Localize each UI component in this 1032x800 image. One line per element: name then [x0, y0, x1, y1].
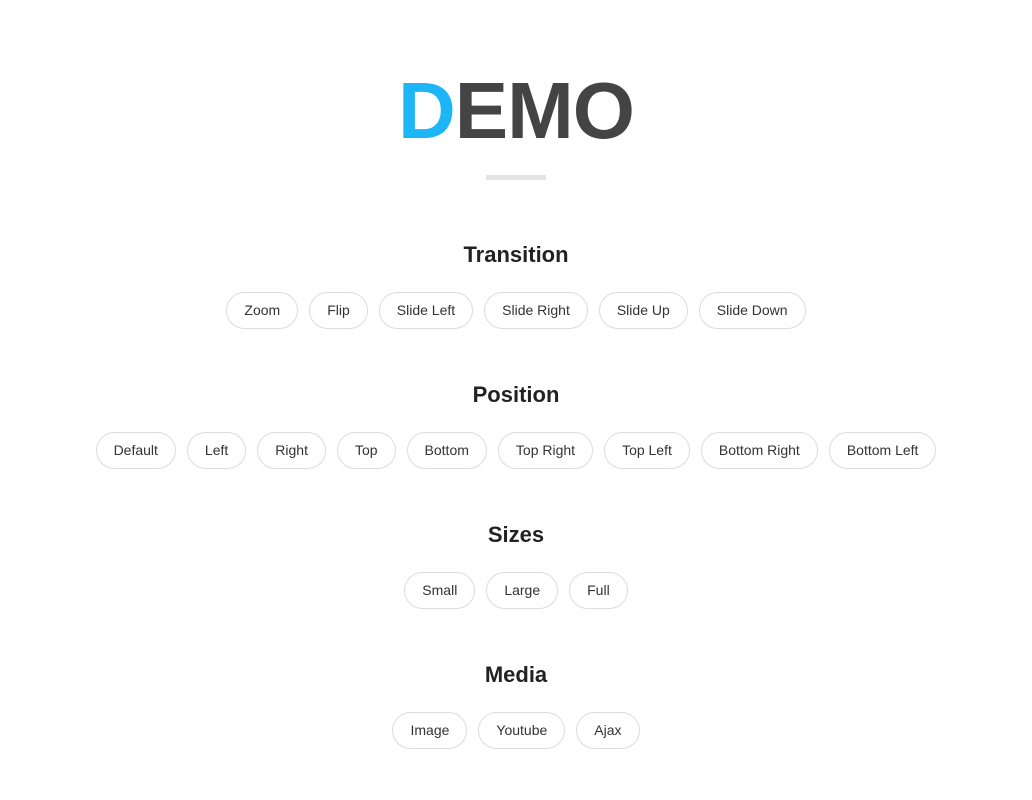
bottom-right-button[interactable]: Bottom Right [700, 432, 818, 469]
button-group: Zoom Flip Slide Left Slide Right Slide U… [0, 292, 1032, 329]
left-button[interactable]: Left [186, 432, 247, 469]
section-transition: Transition Zoom Flip Slide Left Slide Ri… [0, 242, 1032, 329]
section-title: Transition [463, 242, 569, 267]
title-divider [486, 175, 546, 180]
section-title: Media [484, 662, 548, 687]
section-sizes: Sizes Small Large Full [0, 522, 1032, 609]
section-position: Position Default Left Right Top Bottom T… [0, 382, 1032, 469]
flip-button[interactable]: Flip [309, 292, 368, 329]
button-group: Image Youtube Ajax [0, 712, 1032, 749]
small-button[interactable]: Small [404, 572, 476, 609]
top-button[interactable]: Top [336, 432, 396, 469]
zoom-button[interactable]: Zoom [226, 292, 299, 329]
top-right-button[interactable]: Top Right [497, 432, 594, 469]
slide-down-button[interactable]: Slide Down [698, 292, 806, 329]
full-button[interactable]: Full [569, 572, 628, 609]
default-button[interactable]: Default [95, 432, 176, 469]
button-group: Small Large Full [0, 572, 1032, 609]
large-button[interactable]: Large [486, 572, 559, 609]
top-left-button[interactable]: Top Left [604, 432, 690, 469]
bottom-button[interactable]: Bottom [406, 432, 487, 469]
hero: DEMO [0, 0, 1032, 180]
section-media: Media Image Youtube Ajax [0, 662, 1032, 749]
button-group: Default Left Right Top Bottom Top Right … [0, 432, 1032, 469]
right-button[interactable]: Right [257, 432, 326, 469]
slide-up-button[interactable]: Slide Up [598, 292, 688, 329]
title-accent-letter: D [397, 66, 456, 155]
slide-left-button[interactable]: Slide Left [378, 292, 474, 329]
image-button[interactable]: Image [392, 712, 468, 749]
slide-right-button[interactable]: Slide Right [484, 292, 588, 329]
title-rest: EMO [454, 66, 635, 155]
ajax-button[interactable]: Ajax [576, 712, 640, 749]
page-title: DEMO [0, 68, 1032, 154]
section-title: Sizes [487, 522, 545, 547]
section-title: Position [472, 382, 560, 407]
youtube-button[interactable]: Youtube [478, 712, 566, 749]
bottom-left-button[interactable]: Bottom Left [828, 432, 937, 469]
